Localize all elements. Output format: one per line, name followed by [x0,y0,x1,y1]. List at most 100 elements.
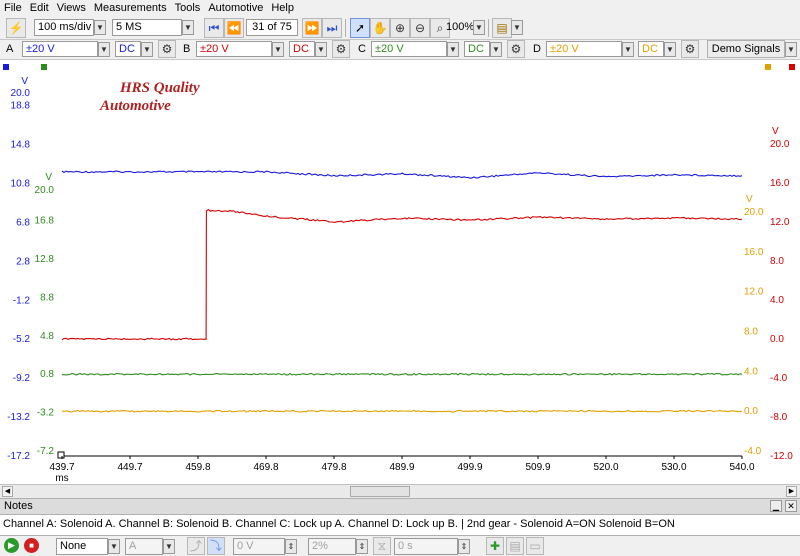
zoom-in-icon[interactable]: ⊕ [390,18,410,38]
menu-automotive[interactable]: Automotive [204,2,267,14]
blue-axis-tick-label: 2.8 [16,256,30,267]
green-axis-tick-label: 4.8 [40,331,54,342]
delay-field[interactable]: 0 s [394,538,458,555]
channel-a-range[interactable]: ±20 V [22,41,98,57]
menu-edit[interactable]: Edit [26,2,53,14]
chevron-down-icon[interactable]: ▼ [108,539,120,554]
channel-a-coupling[interactable]: DC [115,41,141,57]
channel-b-coupling[interactable]: DC [289,41,315,57]
blue-axis-unit: V [21,76,28,87]
chevron-down-icon[interactable]: ▼ [163,539,175,554]
chevron-down-icon[interactable]: ▼ [94,20,106,35]
next-buffer-icon[interactable]: ⏩ [302,18,322,38]
channel-d-coupling[interactable]: DC [638,41,664,57]
channel-c-coupling[interactable]: DC [464,41,490,57]
chevron-down-icon[interactable]: ▼ [447,42,459,57]
chevron-down-icon[interactable]: ▼ [511,20,523,35]
green-axis-tick-label: 20.0 [35,185,55,196]
chevron-down-icon[interactable]: ▼ [272,42,284,57]
scroll-right-icon[interactable]: ▶ [786,486,797,497]
horizontal-scrollbar[interactable]: ◀ ▶ [0,484,800,498]
threshold-field[interactable]: 0 V [233,538,285,555]
red-axis-marker [789,64,795,70]
menu-views[interactable]: Views [53,2,90,14]
spin-icon[interactable]: ⇕ [356,539,368,554]
green-axis-tick-label: 16.8 [35,216,55,227]
last-buffer-icon[interactable]: ⏭ [322,18,342,38]
channel-c-options-icon[interactable]: ⚙ [507,40,525,58]
orange-axis-tick-label: 20.0 [744,207,764,218]
chevron-down-icon[interactable]: ▼ [622,42,634,57]
orange-axis-tick-label: 0.0 [744,406,758,417]
timebase-select[interactable]: 100 ms/div [34,19,94,36]
menu-help[interactable]: Help [267,2,298,14]
run-icon[interactable]: ▶ [4,538,19,553]
prev-buffer-icon[interactable]: ⏪ [224,18,244,38]
orange-axis-tick-label: 12.0 [744,287,764,298]
channel-c-label: C [358,43,366,55]
close-icon[interactable]: ✕ [785,500,797,512]
menu-file[interactable]: File [0,2,26,14]
red-axis-tick-label: -12.0 [770,451,793,462]
orange-axis-tick-label: 8.0 [744,327,758,338]
x-axis-tick-label: 520.0 [593,462,618,473]
zoom-level: 100% [446,21,475,33]
notes-header: Notes ▁ ✕ [0,498,800,514]
red-axis-tick-label: 0.0 [770,334,784,345]
scope-chart: HRS Quality Automotive V20.018.814.810.8… [3,64,795,484]
pointer-tool-icon[interactable]: ➚ [350,18,370,38]
spin-icon[interactable]: ⇕ [285,539,297,554]
edit-measurement-icon[interactable]: ▤ [506,537,524,555]
add-measurement-icon[interactable]: ✚ [486,537,504,555]
chevron-down-icon[interactable]: ▼ [182,20,194,35]
channel-b-options-icon[interactable]: ⚙ [332,40,350,58]
scroll-thumb[interactable] [350,486,410,497]
channel-c-range[interactable]: ±20 V [371,41,447,57]
main-toolbar: ⚡ 100 ms/div ▼ 5 MS ▼ ⏮ ⏪ 31 of 75 ⏩ ⏭ ➚… [0,16,800,40]
samples-select[interactable]: 5 MS [112,19,182,36]
spin-icon[interactable]: ⇕ [458,539,470,554]
orange-axis-marker [765,64,771,70]
hand-tool-icon[interactable]: ✋ [370,18,390,38]
blue-series-line [61,170,743,179]
toolbar-divider [345,19,346,37]
menu-measurements[interactable]: Measurements [90,2,171,14]
chevron-down-icon[interactable]: ▼ [664,42,676,57]
zoom-out-icon[interactable]: ⊖ [410,18,430,38]
scroll-left-icon[interactable]: ◀ [2,486,13,497]
x-axis-tick-label: 439.7 [49,462,74,473]
minimize-icon[interactable]: ▁ [770,500,782,512]
chevron-down-icon[interactable]: ▼ [490,42,502,57]
menu-tools[interactable]: Tools [171,2,205,14]
demo-signals-button[interactable]: Demo Signals [707,40,785,58]
x-axis-tick-label: 499.9 [457,462,482,473]
notes-text[interactable]: Channel A: Solenoid A. Channel B: Soleno… [0,514,800,536]
scope-view[interactable]: HRS Quality Automotive V 20.0 18.8 14.8 10.8… [0,60,800,484]
chevron-down-icon[interactable]: ▼ [315,42,327,57]
properties-icon[interactable]: ▤ [492,18,512,38]
first-buffer-icon[interactable]: ⏮ [204,18,224,38]
channel-d-range[interactable]: ±20 V [546,41,622,57]
channel-a-options-icon[interactable]: ⚙ [158,40,176,58]
auto-setup-icon[interactable]: ⚡ [6,18,26,38]
green-axis-unit: V [45,172,52,183]
x-axis-origin-marker [57,451,65,459]
pretrigger-field[interactable]: 2% [308,538,356,555]
blue-axis-tick-label: 10.8 [11,179,31,190]
remove-measurement-icon[interactable]: ▭ [526,537,544,555]
red-axis-tick-label: -8.0 [770,412,788,423]
delay-icon[interactable]: ⧖ [373,537,391,555]
chevron-down-icon[interactable]: ▼ [98,42,110,57]
stop-icon[interactable]: ■ [24,538,39,553]
chevron-down-icon[interactable]: ▼ [141,42,153,57]
buffer-index[interactable]: 31 of 75 [246,19,298,36]
chevron-down-icon[interactable]: ▼ [785,42,797,57]
green-axis-marker [41,64,47,70]
rising-edge-icon[interactable]: ⤴ [187,537,205,555]
trigger-channel-select[interactable]: A [125,538,163,555]
falling-edge-icon[interactable]: ⤵ [207,537,225,555]
chevron-down-icon[interactable]: ▼ [473,20,485,35]
channel-b-range[interactable]: ±20 V [196,41,272,57]
channel-d-options-icon[interactable]: ⚙ [681,40,699,58]
trigger-mode-select[interactable]: None [56,538,108,555]
